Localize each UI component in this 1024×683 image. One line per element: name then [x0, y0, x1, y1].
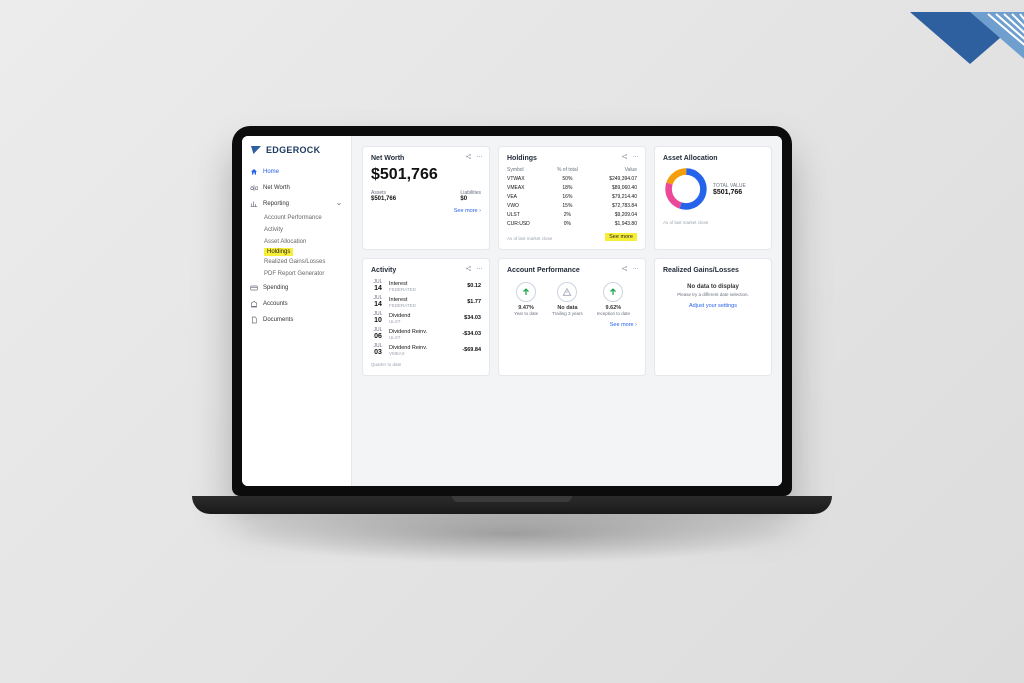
share-icon[interactable]	[621, 153, 628, 160]
document-icon	[250, 316, 258, 324]
value-liabilities: $0	[460, 196, 481, 202]
donut-center-value: $501,766	[713, 189, 746, 196]
see-more-link[interactable]: See more ›	[507, 322, 637, 328]
allocation-footnote: As of last market close	[663, 220, 763, 225]
sidebar-item-documents[interactable]: Documents	[242, 312, 351, 328]
col-symbol: Symbol	[507, 166, 548, 174]
perf-3y: No dataTrailing 3 years	[552, 282, 583, 316]
laptop-mockup: EDGEROCK Home Net Worth	[232, 126, 792, 564]
card-title: Realized Gains/Losses	[663, 267, 763, 274]
more-icon[interactable]	[476, 153, 483, 160]
page-corner-logo	[910, 12, 1024, 107]
sidebar-item-spending[interactable]: Spending	[242, 280, 351, 296]
chart-icon	[250, 200, 258, 208]
sidebar-item-accounts[interactable]: Accounts	[242, 296, 351, 312]
list-item[interactable]: JUL14InterestFEDERATED$0.12	[371, 278, 481, 294]
sidebar-sub-pdf-report[interactable]: PDF Report Generator	[264, 268, 351, 280]
more-icon[interactable]	[632, 265, 639, 272]
dashboard: EDGEROCK Home Net Worth	[242, 136, 782, 486]
list-item[interactable]: JUL06Dividend Reinv.ULST-$34.03	[371, 326, 481, 342]
sidebar: EDGEROCK Home Net Worth	[242, 136, 352, 486]
holdings-footnote: As of last market close	[507, 236, 552, 241]
perf-ytd: 9.47%Year to date	[514, 282, 538, 316]
bank-icon	[250, 300, 258, 308]
card-networth: Net Worth $501,766 Assets$501,766 Liabil…	[362, 146, 490, 250]
col-value: Value	[586, 166, 637, 174]
arrow-up-icon	[603, 282, 623, 302]
more-icon[interactable]	[476, 265, 483, 272]
sidebar-item-label: Reporting	[263, 201, 289, 207]
main-content: Net Worth $501,766 Assets$501,766 Liabil…	[352, 136, 782, 486]
list-item[interactable]: JUL10DividendULST$34.03	[371, 310, 481, 326]
sidebar-item-label: Documents	[263, 317, 293, 323]
sidebar-sub-asset-allocation[interactable]: Asset Allocation	[264, 236, 351, 248]
table-row[interactable]: VTWAX50%$249,394.07	[507, 174, 637, 183]
sidebar-item-reporting[interactable]: Reporting	[242, 196, 351, 212]
more-icon[interactable]	[632, 153, 639, 160]
share-icon[interactable]	[465, 153, 472, 160]
activity-footnote: Quarter to date	[371, 362, 481, 367]
sidebar-item-label: Net Worth	[263, 185, 290, 191]
sidebar-reporting-submenu: Account Performance Activity Asset Alloc…	[242, 212, 351, 280]
sidebar-item-label: Accounts	[263, 301, 288, 307]
card-allocation: Asset Allocation TOTAL VALUE	[654, 146, 772, 250]
perf-inception: 9.62%Inception to date	[597, 282, 630, 316]
table-row[interactable]: CUR:USD0%$1,943.80	[507, 219, 637, 228]
value-assets: $501,766	[371, 196, 396, 202]
brand-name: EDGEROCK	[266, 145, 320, 155]
sidebar-item-networth[interactable]: Net Worth	[242, 180, 351, 196]
holdings-table: Symbol% of totalValue VTWAX50%$249,394.0…	[507, 166, 637, 228]
sidebar-sub-holdings[interactable]: Holdings	[264, 248, 293, 256]
sidebar-sub-activity[interactable]: Activity	[264, 224, 351, 236]
card-holdings: Holdings Symbol% of totalValue VTWAX50%$…	[498, 146, 646, 250]
card-realized-gl: Realized Gains/Losses No data to display…	[654, 258, 772, 376]
share-icon[interactable]	[465, 265, 472, 272]
activity-list: JUL14InterestFEDERATED$0.12 JUL14Interes…	[371, 278, 481, 358]
arrow-up-icon	[516, 282, 536, 302]
sidebar-item-label: Spending	[263, 285, 288, 291]
table-row[interactable]: ULST2%$9,209.04	[507, 210, 637, 219]
scale-icon	[250, 184, 258, 192]
col-pct: % of total	[548, 166, 586, 174]
see-more-link[interactable]: See more ›	[371, 208, 481, 214]
sidebar-item-label: Home	[263, 169, 279, 175]
laptop-base	[192, 496, 832, 514]
chevron-down-icon	[335, 200, 343, 208]
allocation-donut-chart	[663, 166, 709, 212]
brand: EDGEROCK	[242, 144, 351, 164]
warning-icon	[557, 282, 577, 302]
list-item[interactable]: JUL14InterestFEDERATED$1.77	[371, 294, 481, 310]
home-icon	[250, 168, 258, 176]
table-row[interactable]: VEA16%$79,214.40	[507, 192, 637, 201]
list-item[interactable]: JUL03Dividend Reinv.VMEAX-$69.84	[371, 342, 481, 358]
card-title: Holdings	[507, 155, 637, 162]
card-performance: Account Performance 9.47%Year to date No…	[498, 258, 646, 376]
table-row[interactable]: VMEAX18%$89,060.40	[507, 183, 637, 192]
sidebar-sub-realized-gl[interactable]: Realized Gains/Losses	[264, 256, 351, 268]
card-title: Asset Allocation	[663, 155, 763, 162]
share-icon[interactable]	[621, 265, 628, 272]
rgl-headline: No data to display	[663, 284, 763, 290]
card-title: Account Performance	[507, 267, 637, 274]
networth-value: $501,766	[371, 166, 481, 184]
donut-center-label: TOTAL VALUE	[713, 183, 746, 189]
sidebar-sub-account-performance[interactable]: Account Performance	[264, 212, 351, 224]
table-row[interactable]: VWO15%$72,783.84	[507, 201, 637, 210]
rgl-sub: Please try a different date selection.	[663, 292, 763, 297]
credit-card-icon	[250, 284, 258, 292]
card-activity: Activity JUL14InterestFEDERATED$0.12 JUL…	[362, 258, 490, 376]
adjust-settings-link[interactable]: Adjust your settings	[663, 303, 763, 309]
sidebar-item-home[interactable]: Home	[242, 164, 351, 180]
see-more-link[interactable]: See more	[605, 233, 637, 241]
